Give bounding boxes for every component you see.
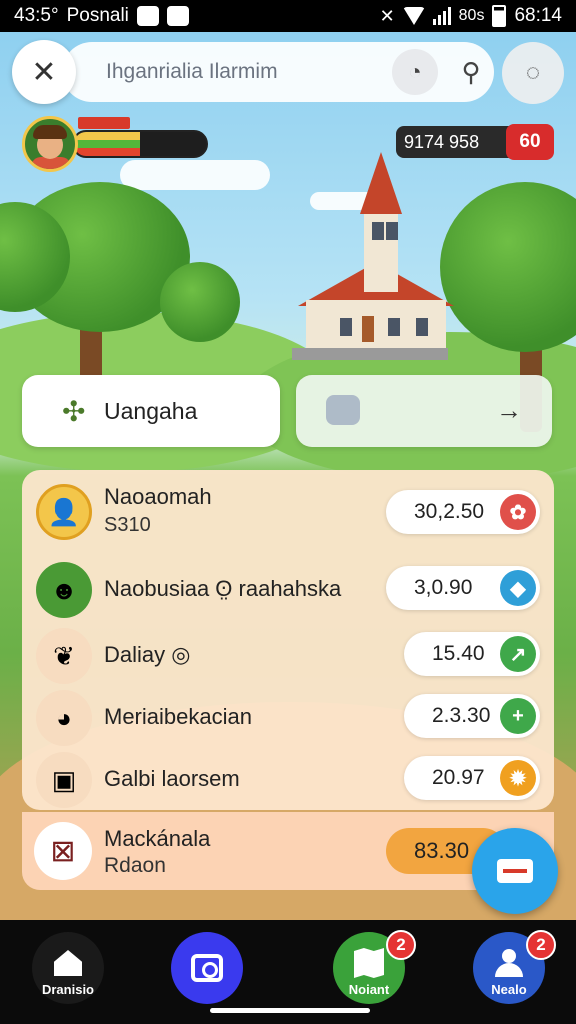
quest-label: Uangaha [104,397,198,424]
search-input[interactable]: Ihganrialia Ilarmim [106,60,278,84]
top-bar: Ihganrialia Ilarmim ◔ ⚲ ✕ ◌ [12,40,564,104]
window [372,222,384,240]
level-tag [78,117,130,129]
close-x-icon[interactable]: ✕ [12,40,76,104]
item-name: Daliay ◎ [104,642,191,667]
shopping-bag-icon [191,954,223,982]
currency-counter[interactable]: 9174 958 60 [396,124,554,160]
item-name: Meriaibekacian [104,704,252,729]
window [388,318,400,336]
quest-card[interactable]: ✣ Uangaha [22,375,280,447]
nav-profile-label: Nealo [491,982,527,997]
avatar-hat [33,125,67,139]
arrow-right-icon: → [496,395,522,425]
list-item[interactable]: ▣ Galbi laorsem 20.97 ✹ [22,752,554,812]
item-name: Galbi laorsem [104,766,240,791]
window [386,222,398,240]
tower-roof [360,152,402,214]
map-icon [354,948,384,978]
window [340,318,352,336]
list-item[interactable]: ❦ Daliay ◎ 15.40 ↗ [22,628,554,688]
nav-map-label: Noiant [348,982,390,997]
item-name: Naoaomah [104,484,212,509]
currency-value: 9174 958 [404,131,480,152]
health-bar [72,130,208,158]
sun-icon[interactable]: ✹ [500,760,536,796]
ticket-fab-button[interactable] [472,828,558,914]
tree [160,262,240,342]
status-bar: 43:5° Posnali ✕ 80s 68:14 [0,0,576,32]
mute-icon: ✕ [379,5,395,26]
house-steps [292,348,448,360]
search-bar[interactable]: Ihganrialia Ilarmim ◔ ⚲ [62,42,494,102]
nav-map-badge: 2 [386,930,416,960]
item-value-pill[interactable]: 3,0.90 ◆ [386,566,540,610]
status-network: 80s [458,7,485,24]
health-bar-fill [74,132,140,156]
home-indicator[interactable] [210,1008,370,1013]
featured-title: Mackánala [104,826,211,851]
player-avatar[interactable] [22,116,78,172]
list-item[interactable]: 👤 Naoaomah S310 30,2.50 ✿ [22,484,554,544]
travel-card[interactable]: → [296,375,552,447]
nav-home-label: Dranisio [41,982,94,997]
ticket-icon [497,859,533,883]
item-value: 20.97 [432,766,485,789]
item-value: 30,2.50 [414,500,485,523]
inventory-panel: 👤 Naoaomah S310 30,2.50 ✿ ☻ Naobusiaa ʘ̤… [22,470,554,810]
character-icon: ☻ [36,562,92,618]
game-controller-icon [166,6,189,26]
plus-icon[interactable]: + [500,698,536,734]
arrow-up-right-icon[interactable]: ↗ [500,636,536,672]
signal-icon [432,7,451,25]
crate-icon: ⊠ [34,822,92,880]
farmer-avatar-icon: 👤 [36,484,92,540]
food-icon: ◕ [36,690,92,746]
item-sub: S310 [104,514,151,536]
bread-icon: ▣ [36,752,92,808]
currency-badge: 60 [506,124,554,160]
home-icon [54,950,82,976]
window [416,318,428,336]
door [362,316,374,342]
nav-shop[interactable] [171,932,243,1004]
cloud [120,160,270,190]
sword-icon: ✣ [62,396,86,427]
nav-home[interactable]: Dranisio [32,932,104,1004]
tree [440,182,576,352]
voice-search-icon[interactable]: ◔ [392,49,438,95]
item-name: Naobusiaa ʘ̤ raahahska [104,576,342,601]
status-carrier: Posnali [66,5,129,26]
item-value: 15.40 [432,642,485,665]
list-item[interactable]: ☻ Naobusiaa ʘ̤ raahahska 3,0.90 ◆ [22,562,554,622]
item-value-pill[interactable]: 20.97 ✹ [404,756,540,800]
nav-profile-badge: 2 [526,930,556,960]
item-value: 3,0.90 [414,576,473,599]
search-icon[interactable]: ⚲ [448,49,494,95]
tag-icon[interactable]: ◆ [500,570,536,606]
item-value-pill[interactable]: 30,2.50 ✿ [386,490,540,534]
item-value-pill[interactable]: 2.3.30 + [404,694,540,738]
battery-icon [492,5,507,27]
notification-icon [136,6,159,26]
flower-icon[interactable]: ✿ [500,494,536,530]
status-time-right: 68:14 [514,5,562,26]
plant-icon: ❦ [36,628,92,684]
bell-icon[interactable]: ◌ [502,42,564,104]
status-time-left: 43:5° [14,5,59,26]
list-item[interactable]: ◕ Meriaibekacian 2.3.30 + [22,690,554,750]
featured-subtitle: Rdaon [104,854,166,877]
user-icon [495,949,523,977]
item-value-pill[interactable]: 15.40 ↗ [404,632,540,676]
wifi-icon [402,7,425,25]
item-value: 2.3.30 [432,704,491,727]
chest-icon [326,395,360,425]
